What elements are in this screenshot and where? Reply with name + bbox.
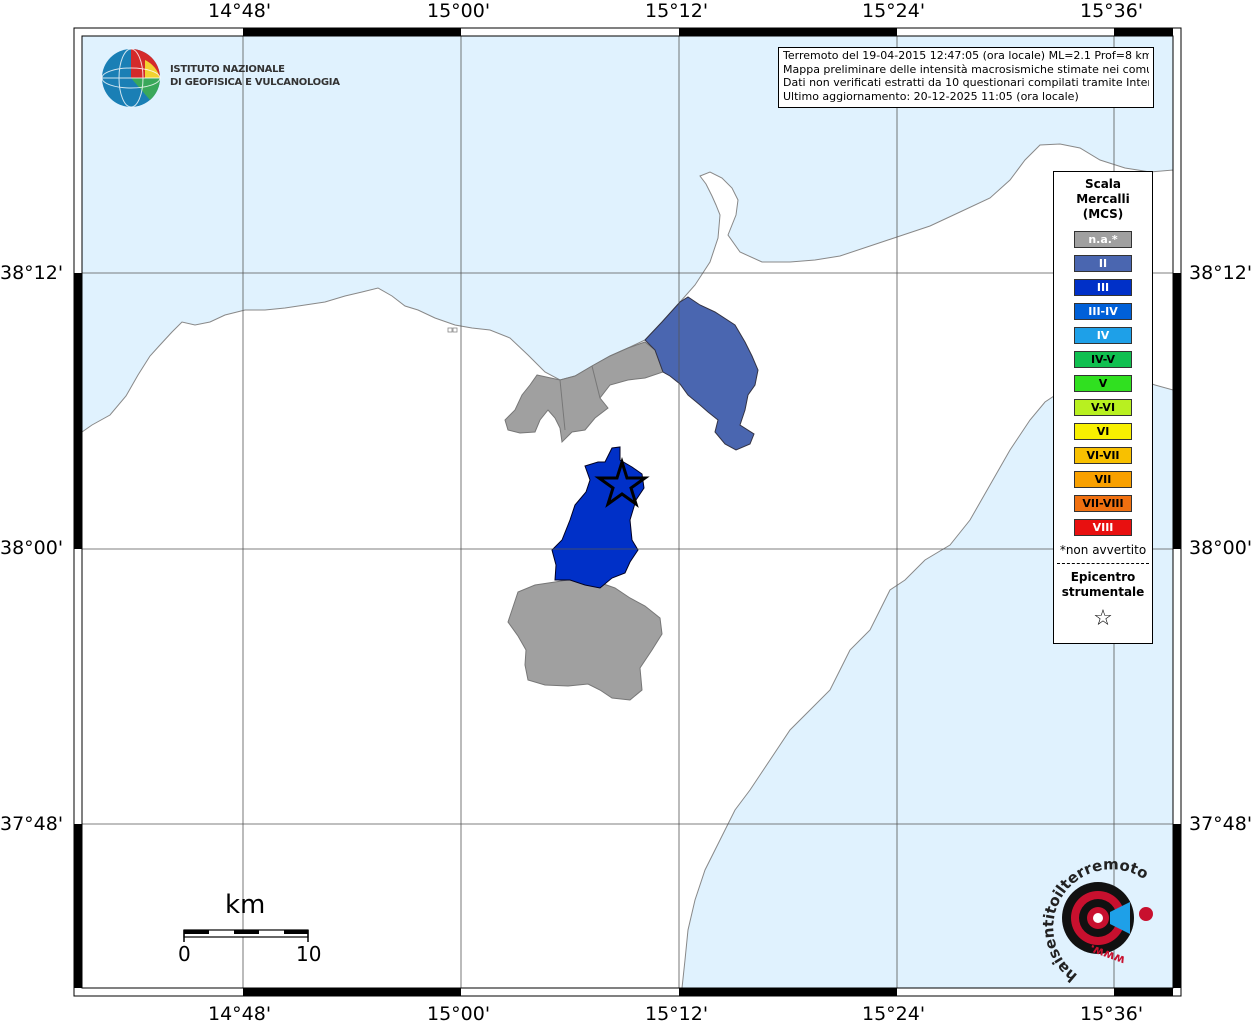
event-info-box: Terremoto del 19-04-2015 12:47:05 (ora l… <box>778 47 1154 108</box>
info-line2: Mappa preliminare delle intensità macros… <box>783 62 1149 76</box>
legend-epicenter-label: Epicentro strumentale <box>1054 570 1152 600</box>
lat-tick-left-3: 37°48' <box>0 813 64 835</box>
lon-tick-bottom-4: 15°24' <box>862 1003 926 1025</box>
legend-epi-1: Epicentro <box>1070 570 1136 584</box>
legend-title-1: Scala <box>1084 177 1122 191</box>
scale-bar-labels: km 0 10 <box>178 890 322 970</box>
lon-tick-top-1: 14°48' <box>208 0 272 22</box>
lon-tick-top-2: 15°00' <box>427 0 491 22</box>
legend-epi-2: strumentale <box>1061 585 1145 599</box>
legend-classes: n.a.* II III III-IV IV IV-V V V-VI VI VI-VII VII VI… <box>1054 231 1152 536</box>
info-line4: Ultimo aggiornamento: 20-12-2025 11:05 (… <box>783 89 1079 103</box>
legend-class-9: VI-VII <box>1074 447 1132 464</box>
scale-zero: 0 <box>178 942 191 966</box>
legend-title-3: (MCS) <box>1082 207 1124 221</box>
legend-title-2: Mercalli <box>1076 192 1130 206</box>
legend-class-10: VII <box>1074 471 1132 488</box>
ingv-logo-text: ISTITUTO NAZIONALE DI GEOFISICA E VULCAN… <box>170 63 340 89</box>
lon-tick-bottom-2: 15°00' <box>427 1003 491 1025</box>
legend-class-3: III-IV <box>1074 303 1132 320</box>
legend-class-1: II <box>1074 255 1132 272</box>
legend-class-11: VII-VIII <box>1074 495 1132 512</box>
legend-class-12: VIII <box>1074 519 1132 536</box>
legend-title: Scala Mercalli (MCS) <box>1054 177 1152 222</box>
lat-tick-right-2: 38°00' <box>1189 537 1253 559</box>
legend-class-8: VI <box>1074 423 1132 440</box>
lon-tick-top-3: 15°12' <box>645 0 709 22</box>
lon-tick-top-5: 15°36' <box>1080 0 1144 22</box>
legend-divider <box>1057 563 1149 564</box>
legend-class-6: V <box>1074 375 1132 392</box>
mcs-legend: Scala Mercalli (MCS) n.a.* II III III-IV IV I… <box>1053 171 1153 644</box>
scale-unit: km <box>225 890 266 920</box>
legend-class-2: III <box>1074 279 1132 296</box>
legend-class-7: V-VI <box>1074 399 1132 416</box>
legend-class-4: IV <box>1074 327 1132 344</box>
lat-tick-left-2: 38°00' <box>0 537 64 559</box>
ingv-line2: DI GEOFISICA E VULCANOLOGIA <box>170 77 340 88</box>
legend-star-icon: ☆ <box>1093 606 1113 631</box>
lat-tick-right-3: 37°48' <box>1189 813 1253 835</box>
macroseismic-map: haisentitoilterremoto.it www. 14°48' 15°… <box>0 0 1255 1025</box>
legend-class-5: IV-V <box>1074 351 1132 368</box>
lat-tick-left-1: 38°12' <box>0 262 64 284</box>
lon-tick-top-4: 15°24' <box>862 0 926 22</box>
info-line3: Dati non verificati estratti da 10 quest… <box>783 76 1149 89</box>
lat-tick-right-1: 38°12' <box>1189 262 1253 284</box>
legend-class-0: n.a.* <box>1074 231 1132 248</box>
scale-ten: 10 <box>296 942 322 966</box>
lon-tick-bottom-1: 14°48' <box>208 1003 272 1025</box>
ingv-logo: ISTITUTO NAZIONALE DI GEOFISICA E VULCAN… <box>100 48 340 110</box>
ingv-line1: ISTITUTO NAZIONALE <box>170 64 285 75</box>
legend-note: *non avvertito <box>1059 543 1147 557</box>
lon-tick-bottom-5: 15°36' <box>1080 1003 1144 1025</box>
lon-tick-bottom-3: 15°12' <box>645 1003 709 1025</box>
info-line1: Terremoto del 19-04-2015 12:47:05 (ora l… <box>783 49 1149 62</box>
